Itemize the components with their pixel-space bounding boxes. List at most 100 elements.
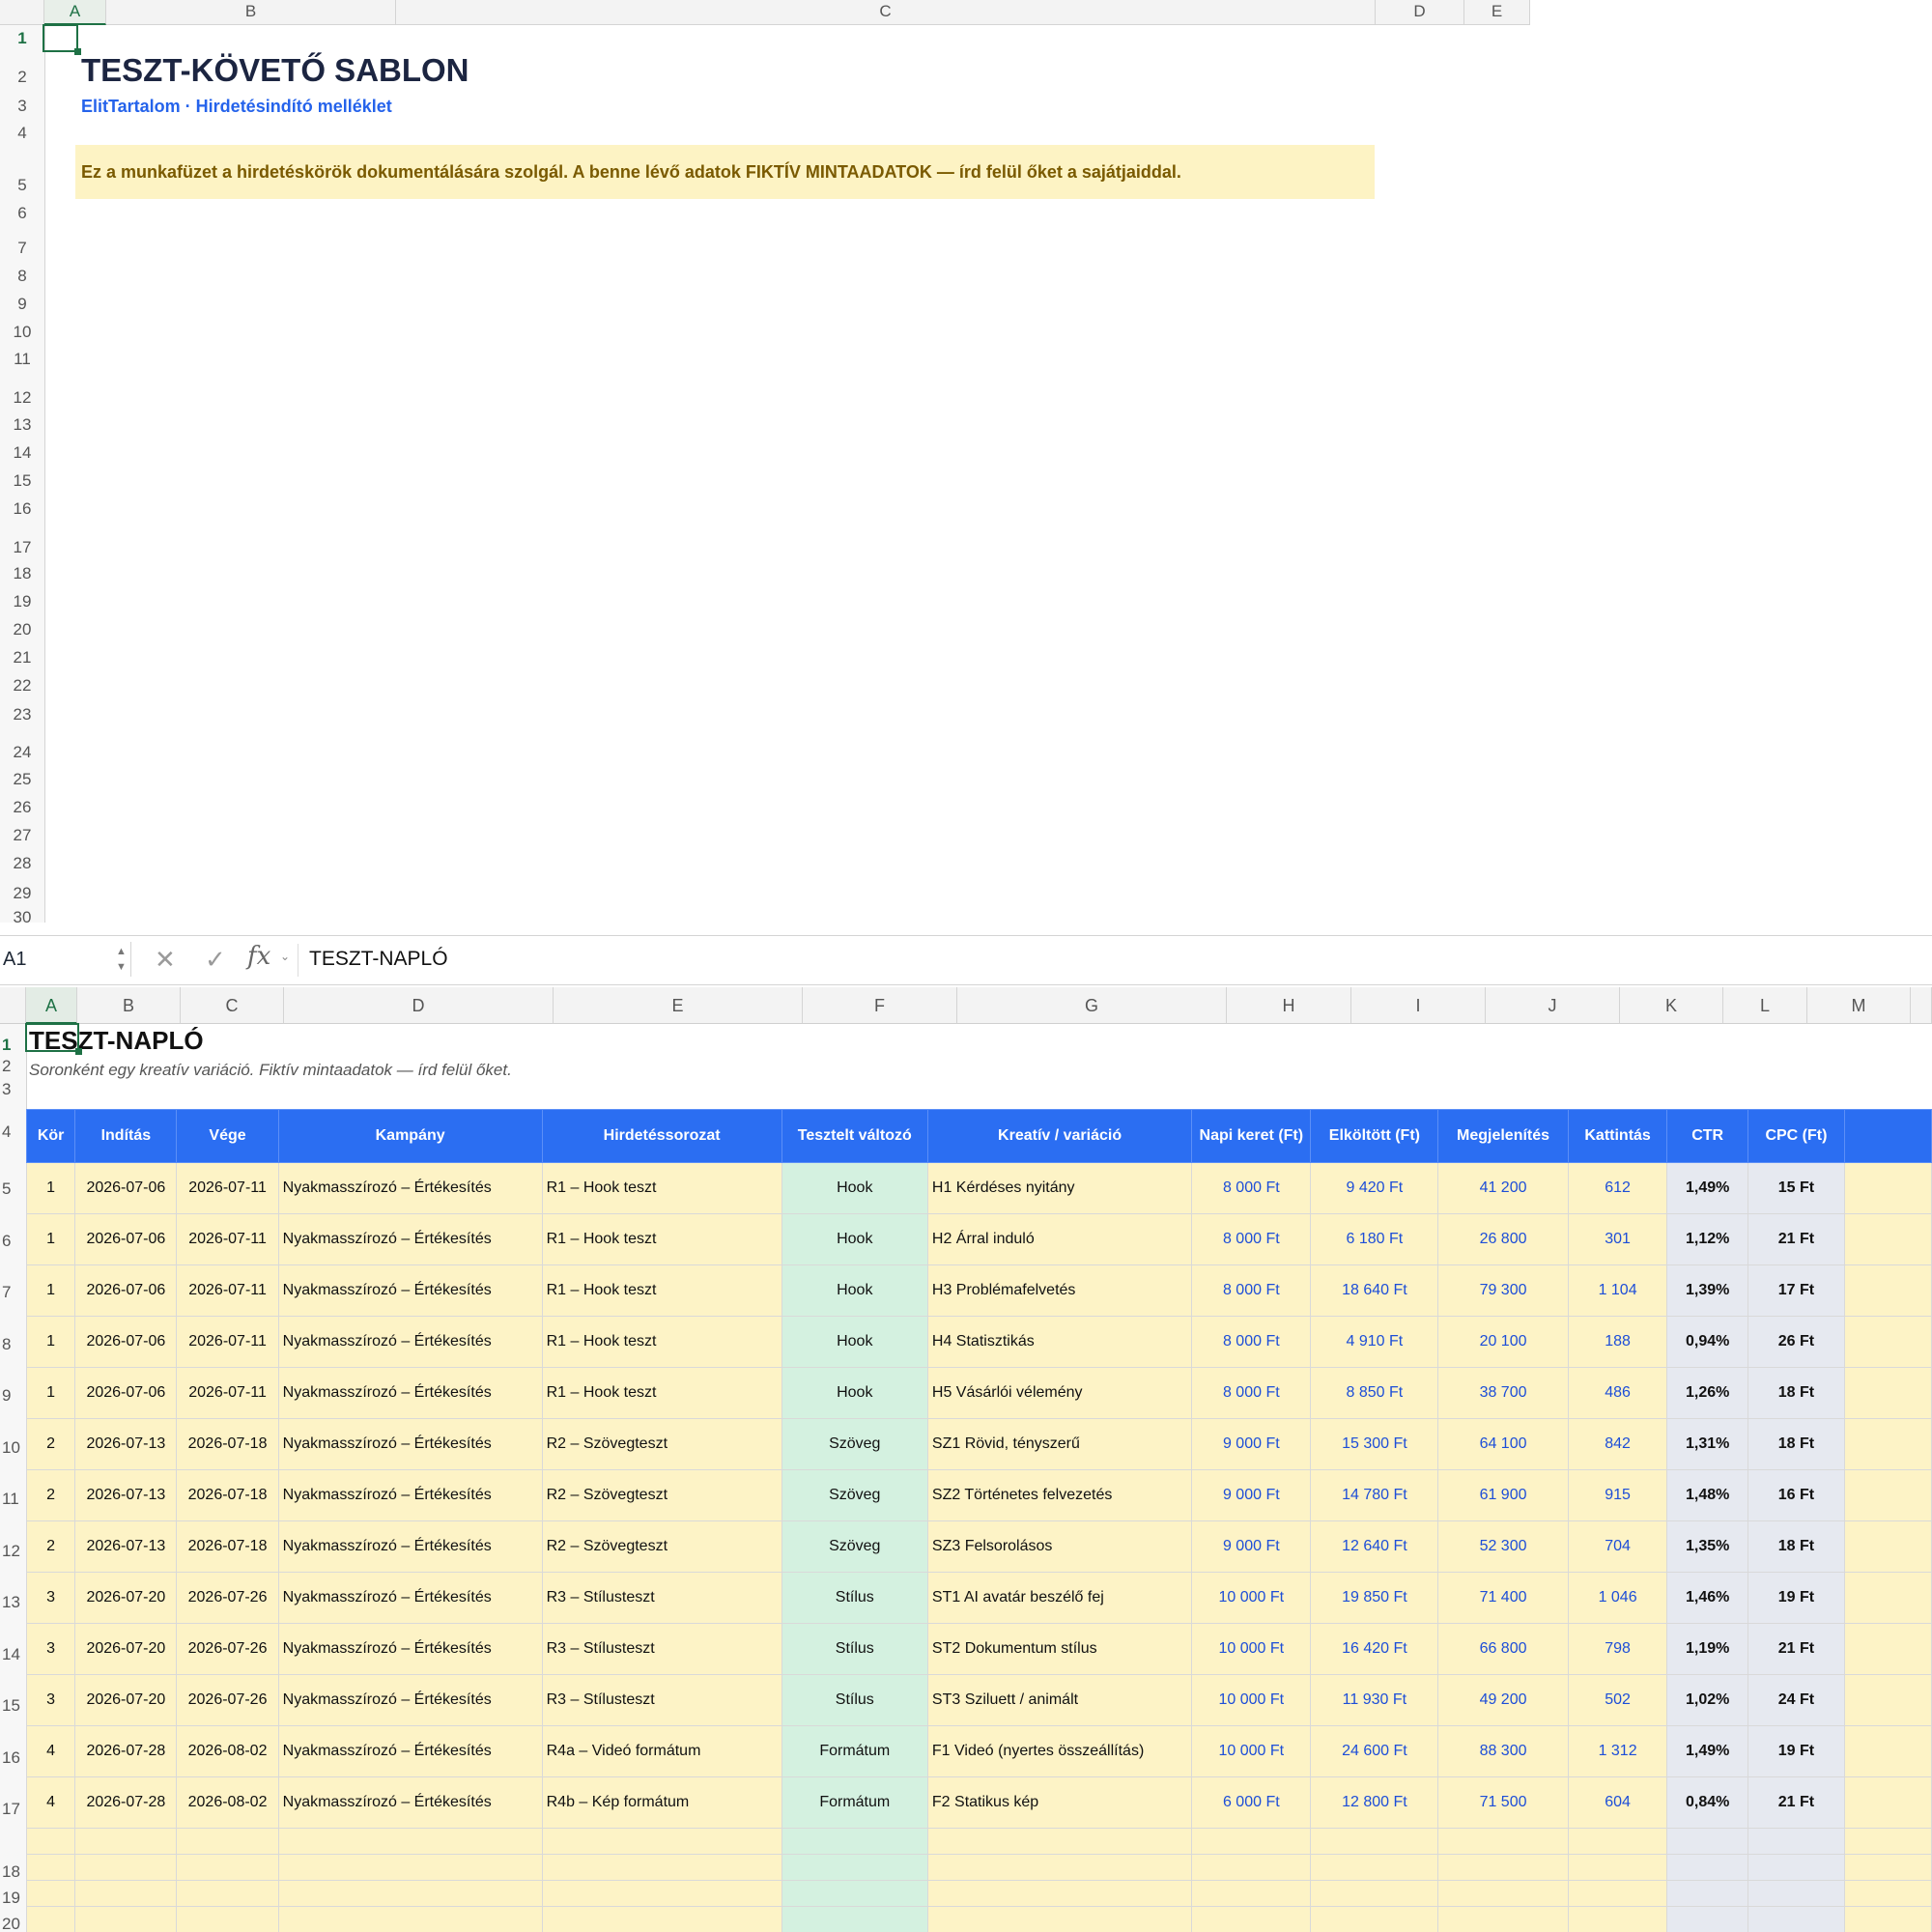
table-cell[interactable]: 915 <box>1567 1469 1668 1521</box>
empty-cell[interactable] <box>1747 1854 1846 1881</box>
empty-cell[interactable] <box>781 1880 928 1907</box>
check-icon[interactable]: ✓ <box>205 944 226 975</box>
table-cell[interactable]: 1,39% <box>1666 1264 1748 1317</box>
table-cell[interactable]: 66 800 <box>1437 1623 1569 1675</box>
row-header-20[interactable]: 20 <box>0 1915 25 1932</box>
table-cell-overflow[interactable] <box>1844 1264 1932 1317</box>
table-cell[interactable]: Hook <box>781 1264 928 1317</box>
column-header-g[interactable]: G <box>957 987 1227 1024</box>
row-header-2[interactable]: 2 <box>0 68 44 87</box>
table-cell[interactable]: Nyakmasszírozó – Értékesítés <box>277 1520 543 1573</box>
table-cell-overflow[interactable] <box>1844 1367 1932 1419</box>
table-cell[interactable]: R2 – Szövegteszt <box>541 1418 782 1470</box>
row-header-17[interactable]: 17 <box>0 1800 25 1819</box>
empty-cell[interactable] <box>926 1828 1193 1855</box>
table-cell[interactable]: R1 – Hook teszt <box>541 1264 782 1317</box>
table-cell[interactable]: Nyakmasszírozó – Értékesítés <box>277 1418 543 1470</box>
table-cell[interactable]: 2026-07-06 <box>74 1213 178 1265</box>
table-cell[interactable]: 2026-07-26 <box>176 1623 279 1675</box>
table-cell[interactable]: Stílus <box>781 1674 928 1726</box>
table-cell[interactable]: 2026-07-11 <box>176 1162 279 1214</box>
table-cell[interactable]: R3 – Stílusteszt <box>541 1623 782 1675</box>
table-cell[interactable]: 0,94% <box>1666 1316 1748 1368</box>
table-cell[interactable]: 11 930 Ft <box>1310 1674 1439 1726</box>
row-header-8[interactable]: 8 <box>0 267 44 286</box>
table-cell[interactable]: 2026-07-20 <box>74 1572 178 1624</box>
table-cell-overflow[interactable] <box>1844 1418 1932 1470</box>
table-cell[interactable]: 20 100 <box>1437 1316 1569 1368</box>
column-header-k[interactable]: K <box>1620 987 1723 1024</box>
table-cell[interactable]: 18 Ft <box>1747 1418 1846 1470</box>
row-header-21[interactable]: 21 <box>0 648 44 668</box>
empty-cell[interactable] <box>277 1854 543 1881</box>
name-box[interactable]: A1 <box>0 942 131 977</box>
row-header-12[interactable]: 12 <box>0 1542 25 1561</box>
table-cell[interactable]: SZ2 Történetes felvezetés <box>926 1469 1193 1521</box>
table-cell[interactable]: ST3 Sziluett / animált <box>926 1674 1193 1726</box>
table-cell[interactable]: Hook <box>781 1162 928 1214</box>
table-cell[interactable]: 64 100 <box>1437 1418 1569 1470</box>
column-header-d[interactable]: D <box>284 987 554 1024</box>
table-cell[interactable]: Szöveg <box>781 1418 928 1470</box>
table-cell[interactable]: ST2 Dokumentum stílus <box>926 1623 1193 1675</box>
column-header-m[interactable]: M <box>1807 987 1911 1024</box>
row-header-30[interactable]: 30 <box>0 908 44 923</box>
empty-cell[interactable] <box>541 1906 782 1932</box>
empty-cell[interactable] <box>1567 1828 1668 1855</box>
table-cell-overflow[interactable] <box>1844 1469 1932 1521</box>
empty-cell[interactable] <box>74 1828 178 1855</box>
table-cell[interactable]: R1 – Hook teszt <box>541 1316 782 1368</box>
table-cell[interactable]: 2026-07-13 <box>74 1469 178 1521</box>
empty-cell[interactable] <box>1844 1854 1932 1881</box>
table-cell[interactable]: 1,31% <box>1666 1418 1748 1470</box>
empty-cell[interactable] <box>277 1828 543 1855</box>
row-header-22[interactable]: 22 <box>0 676 44 696</box>
table-cell[interactable]: Stílus <box>781 1572 928 1624</box>
row-header-29[interactable]: 29 <box>0 884 44 903</box>
table-cell[interactable]: 1,12% <box>1666 1213 1748 1265</box>
table-cell[interactable]: 2026-07-26 <box>176 1674 279 1726</box>
row-header-5[interactable]: 5 <box>0 1179 25 1199</box>
empty-cell[interactable] <box>25 1880 76 1907</box>
empty-cell[interactable] <box>926 1880 1193 1907</box>
column-header-c[interactable]: C <box>181 987 284 1024</box>
table-cell[interactable]: 1,46% <box>1666 1572 1748 1624</box>
empty-cell[interactable] <box>1310 1880 1439 1907</box>
empty-cell[interactable] <box>1844 1828 1932 1855</box>
table-cell[interactable]: 2026-07-18 <box>176 1520 279 1573</box>
table-cell[interactable]: 301 <box>1567 1213 1668 1265</box>
select-all-corner[interactable] <box>0 987 26 1024</box>
table-header-cell[interactable]: Kattintás <box>1567 1109 1668 1163</box>
table-cell[interactable]: SZ1 Rövid, tényszerű <box>926 1418 1193 1470</box>
table-cell[interactable]: 19 850 Ft <box>1310 1572 1439 1624</box>
row-header-10[interactable]: 10 <box>0 323 44 342</box>
table-cell[interactable]: R2 – Szövegteszt <box>541 1520 782 1573</box>
table-cell[interactable]: 1,02% <box>1666 1674 1748 1726</box>
table-cell[interactable]: 2026-07-13 <box>74 1520 178 1573</box>
empty-cell[interactable] <box>1844 1906 1932 1932</box>
table-cell[interactable]: 3 <box>25 1572 76 1624</box>
table-cell[interactable]: 6 000 Ft <box>1191 1776 1312 1829</box>
table-cell[interactable]: R3 – Stílusteszt <box>541 1572 782 1624</box>
row-header-3[interactable]: 3 <box>0 97 44 116</box>
table-cell[interactable]: R3 – Stílusteszt <box>541 1674 782 1726</box>
table-cell[interactable]: 2026-07-28 <box>74 1776 178 1829</box>
row-header-27[interactable]: 27 <box>0 826 44 845</box>
table-cell-overflow[interactable] <box>1844 1725 1932 1777</box>
row-header-6[interactable]: 6 <box>0 1232 25 1251</box>
table-cell[interactable]: 604 <box>1567 1776 1668 1829</box>
table-cell[interactable]: 79 300 <box>1437 1264 1569 1317</box>
row-header-26[interactable]: 26 <box>0 798 44 817</box>
table-cell[interactable]: 2026-07-18 <box>176 1469 279 1521</box>
table-cell[interactable]: H2 Árral induló <box>926 1213 1193 1265</box>
formula-input[interactable]: TESZT-NAPLÓ <box>309 942 448 977</box>
empty-cell[interactable] <box>74 1854 178 1881</box>
table-cell[interactable]: 41 200 <box>1437 1162 1569 1214</box>
table-cell[interactable]: 9 420 Ft <box>1310 1162 1439 1214</box>
table-cell[interactable]: 3 <box>25 1623 76 1675</box>
table-cell[interactable]: 2 <box>25 1418 76 1470</box>
table-header-cell[interactable]: Elköltött (Ft) <box>1310 1109 1439 1163</box>
table-cell[interactable]: 21 Ft <box>1747 1776 1846 1829</box>
column-header-d[interactable]: D <box>1376 0 1464 25</box>
table-cell[interactable]: 26 Ft <box>1747 1316 1846 1368</box>
